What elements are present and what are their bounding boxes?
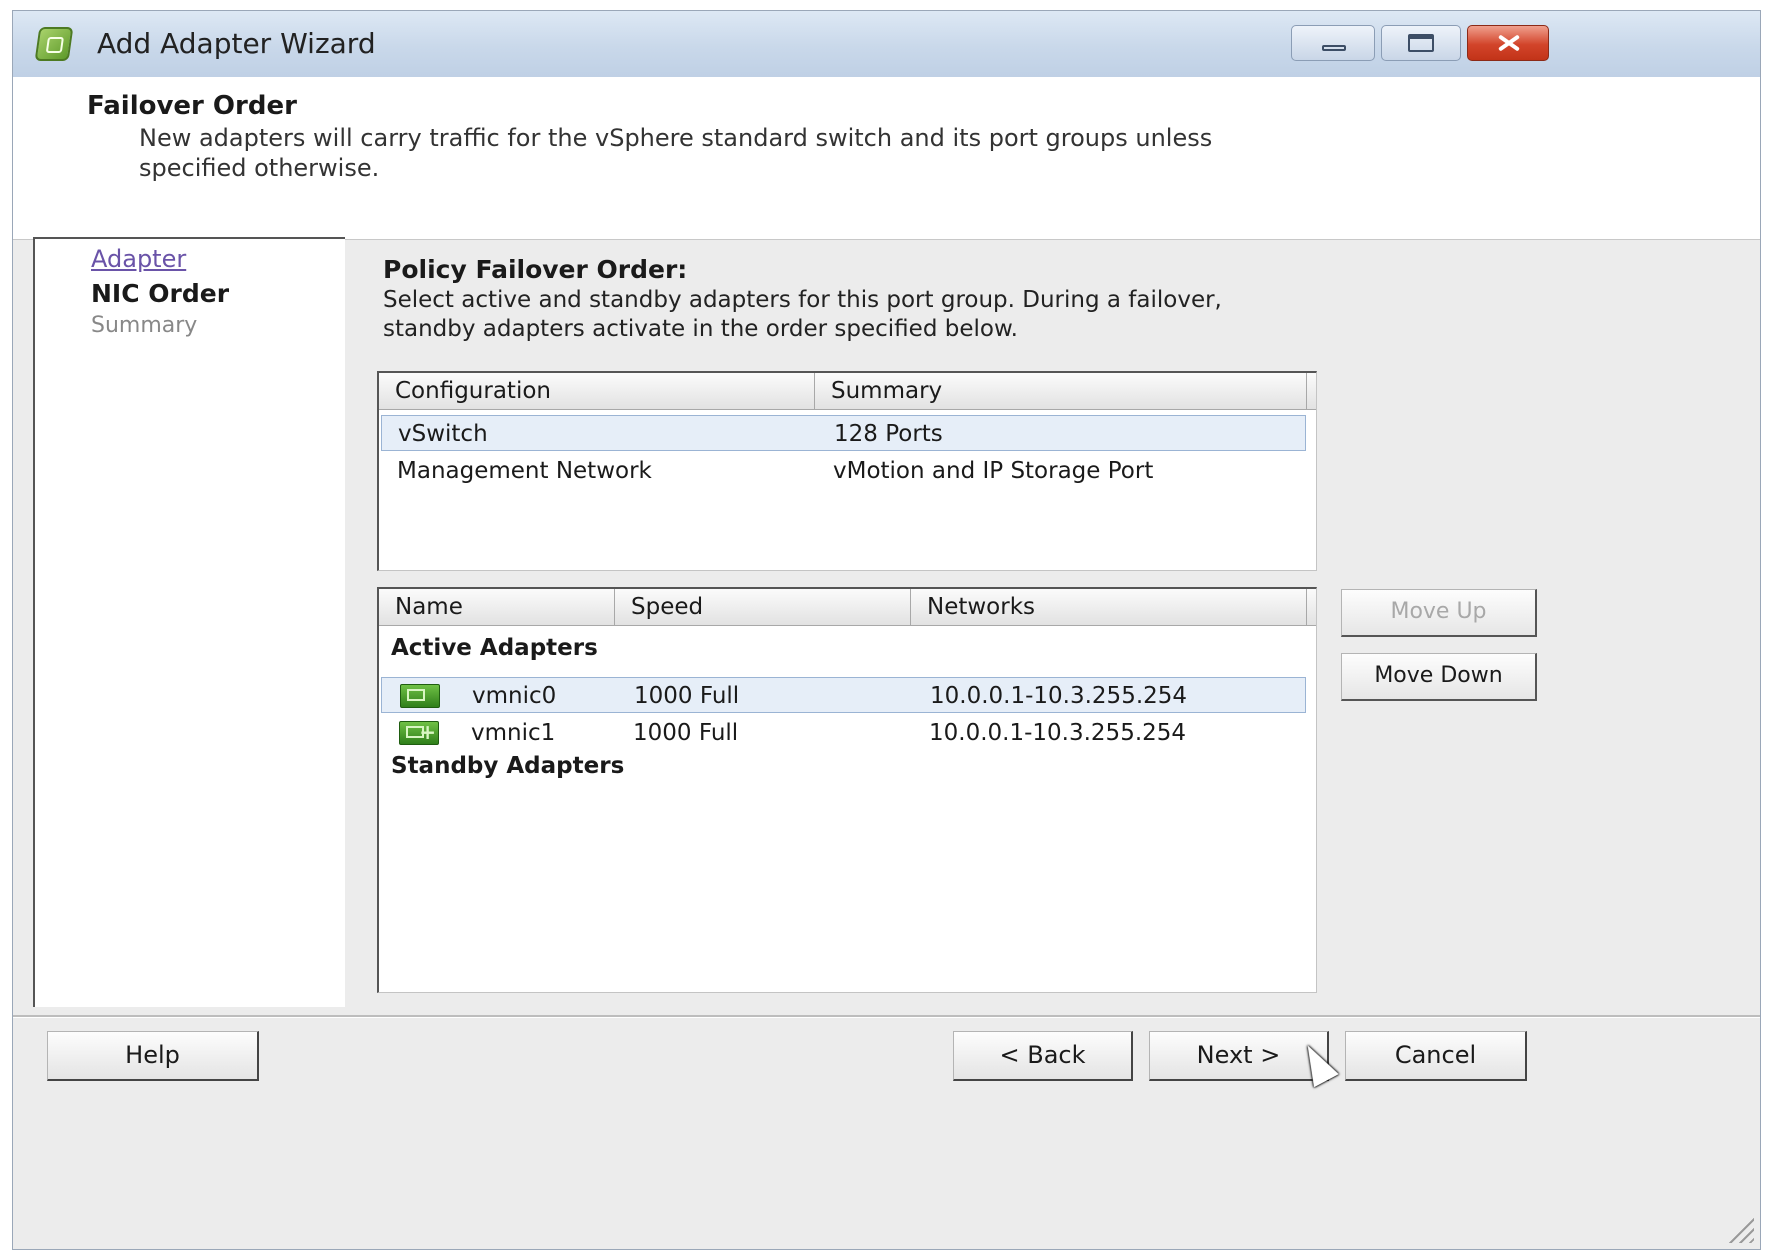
wizard-window: Add Adapter Wizard Failover Order New ad… (12, 10, 1761, 1250)
adapter-name: vmnic1 (471, 720, 556, 746)
adapter-row-vmnic1[interactable]: vmnic1 1000 Full 10.0.0.1-10.3.255.254 (381, 714, 1306, 751)
column-header-speed[interactable]: Speed (615, 589, 911, 625)
config-row-management-network[interactable]: Management Network vMotion and IP Storag… (381, 453, 1306, 489)
configuration-list-header: Configuration Summary (379, 373, 1316, 410)
active-adapters-label: Active Adapters (391, 635, 598, 661)
maximize-button[interactable] (1381, 25, 1461, 61)
adapter-row-vmnic0[interactable]: vmnic0 1000 Full 10.0.0.1-10.3.255.254 (381, 677, 1306, 713)
step-current-nic-order: NIC Order (91, 279, 230, 308)
minimize-button[interactable] (1291, 25, 1375, 61)
step-description: New adapters will carry traffic for the … (139, 124, 1213, 182)
back-button[interactable]: < Back (953, 1031, 1133, 1081)
title-bar[interactable]: Add Adapter Wizard (13, 11, 1760, 78)
adapter-name: vmnic0 (472, 683, 557, 709)
wizard-steps-sidebar: Adapter NIC Order Summary (33, 237, 345, 1007)
adapter-list-header: Name Speed Networks (379, 589, 1316, 626)
config-summary: vMotion and IP Storage Port (833, 458, 1154, 484)
adapter-networks: 10.0.0.1-10.3.255.254 (929, 720, 1187, 746)
help-button[interactable]: Help (47, 1031, 259, 1081)
configuration-list[interactable]: Configuration Summary vSwitch 128 Ports … (377, 371, 1317, 571)
column-header-name[interactable]: Name (379, 589, 615, 625)
config-summary: 128 Ports (834, 421, 943, 447)
column-header-summary[interactable]: Summary (815, 373, 1307, 409)
column-header-configuration[interactable]: Configuration (379, 373, 815, 409)
cancel-button[interactable]: Cancel (1345, 1031, 1527, 1081)
adapter-speed: 1000 Full (634, 683, 740, 709)
adapter-list[interactable]: Name Speed Networks Active Adapters vmni… (377, 587, 1317, 993)
step-title: Failover Order (87, 91, 297, 121)
config-row-vswitch[interactable]: vSwitch 128 Ports (381, 415, 1306, 451)
policy-title: Policy Failover Order: (383, 255, 688, 284)
move-up-button[interactable]: Move Up (1341, 589, 1537, 637)
step-pending-summary: Summary (91, 313, 198, 338)
step-link-adapter[interactable]: Adapter (91, 245, 186, 273)
wizard-header: Failover Order New adapters will carry t… (13, 77, 1760, 240)
adapter-networks: 10.0.0.1-10.3.255.254 (930, 683, 1188, 709)
window-title: Add Adapter Wizard (97, 27, 376, 60)
standby-adapters-label: Standby Adapters (391, 753, 625, 779)
nic-add-icon (399, 714, 439, 750)
adapter-speed: 1000 Full (633, 720, 739, 746)
column-header-networks[interactable]: Networks (911, 589, 1307, 625)
nic-icon (400, 684, 440, 708)
close-button[interactable] (1467, 25, 1549, 61)
policy-description: Select active and standby adapters for t… (383, 287, 1222, 342)
wizard-app-icon (34, 27, 74, 61)
config-name: Management Network (397, 458, 652, 484)
config-name: vSwitch (398, 421, 488, 447)
resize-grip-icon[interactable] (1728, 1217, 1754, 1243)
move-down-button[interactable]: Move Down (1341, 653, 1537, 701)
footer-divider (13, 1015, 1760, 1018)
